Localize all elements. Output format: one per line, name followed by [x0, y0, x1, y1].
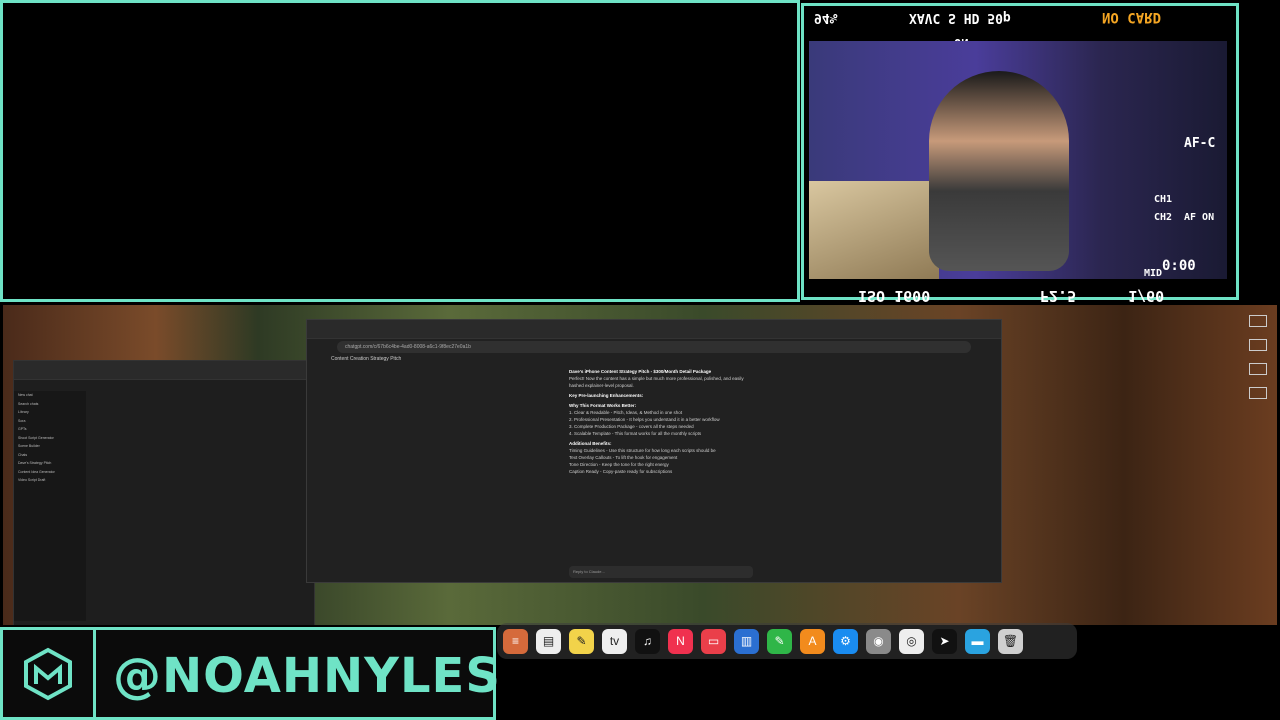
desktop-file-icons	[1243, 315, 1273, 411]
address-bar[interactable]: chatgpt.com/c/67b6c4be-4ad0-8008-a6c1-9f…	[337, 341, 971, 353]
why-item: 2. Professional Presentation - It helps …	[569, 417, 720, 422]
finder-icon[interactable]: ≡	[503, 628, 528, 654]
additional-heading: Additional Benefits:	[569, 441, 612, 446]
iso-readout: ISO 1600	[858, 287, 931, 305]
key-heading: Key Pre-launching Enhancements:	[569, 393, 644, 398]
obs-icon[interactable]: ◎	[899, 628, 924, 654]
file-icon[interactable]	[1249, 315, 1267, 327]
desk-shape	[809, 181, 939, 279]
additional-item: Timing Guidelines - Use this structure f…	[569, 448, 716, 453]
back-tab-bar[interactable]	[14, 361, 314, 380]
freeform-icon[interactable]: ✎	[569, 628, 594, 654]
format-indicator: XAVC S HD 50p	[909, 10, 1011, 25]
main-tab-bar[interactable]	[307, 320, 1001, 339]
shutter-readout: 1/60	[1128, 287, 1165, 305]
sidebar-item[interactable]: Shoot Script Generator	[18, 434, 86, 443]
additional-item: Tone Direction - Keep the tone for the r…	[569, 462, 669, 467]
chat-sidebar: New chat Search chats Library Sora GPTs …	[14, 391, 86, 621]
notes-icon[interactable]: ▤	[536, 628, 561, 654]
pages-icon[interactable]: ✎	[767, 628, 792, 654]
screen-frame-top	[0, 0, 800, 302]
sidebar-item[interactable]: Video Script Draft	[18, 476, 86, 485]
main-browser-window[interactable]: chatgpt.com/c/67b6c4be-4ad0-8008-a6c1-9f…	[306, 319, 1002, 583]
camera-view	[809, 41, 1227, 279]
doc-heading: Dave's iPhone Content Strategy Pitch - $…	[569, 369, 712, 374]
person-shape	[929, 71, 1069, 271]
back-browser-window[interactable]: New chat Search chats Library Sora GPTs …	[13, 360, 315, 625]
card-status: NO CARD	[1102, 9, 1162, 25]
desktop-wallpaper: New chat Search chats Library Sora GPTs …	[3, 305, 1277, 625]
file-icon[interactable]	[1249, 339, 1267, 351]
additional-item: Caption Ready - Copy-paste ready for sub…	[569, 469, 673, 474]
page-title: Content Creation Strategy Pitch	[331, 356, 402, 362]
keynote-icon[interactable]: ▭	[701, 628, 726, 654]
desktop-icon[interactable]: ▬	[965, 628, 990, 654]
logo-icon	[3, 630, 96, 717]
chat-response: Dave's iPhone Content Strategy Pitch - $…	[569, 368, 759, 563]
file-icon[interactable]	[1249, 363, 1267, 375]
apple-tv-icon[interactable]: tv	[602, 628, 627, 654]
ch1-label: CH1	[1154, 194, 1173, 205]
why-item: 4. Scalable Template - This format works…	[569, 431, 702, 436]
chat-input[interactable]: Reply to Claude...	[569, 566, 753, 578]
why-item: 1. Clear & Readable - Pitch, Ideas, & Me…	[569, 410, 683, 415]
news-icon[interactable]: N	[668, 628, 693, 654]
camera-overlay: 94% XAVC S HD 50p NO CARD ON AF-C CH1 CH…	[801, 3, 1239, 300]
file-icon[interactable]	[1249, 387, 1267, 399]
macos-dock: ≡ ▤ ✎ tv ♫ N ▭ ▥ ✎ A ⚙ ◉ ◎ ➤ ▬ 🗑	[497, 623, 1077, 659]
settings-icon[interactable]: ⚙	[833, 628, 858, 654]
channel-handle: @NOAHNYLES	[113, 648, 501, 704]
ch2-label: CH2	[1154, 212, 1173, 223]
sidebar-item[interactable]: Content Idea Generator	[18, 468, 86, 477]
sidebar-item[interactable]: Search chats	[18, 400, 86, 409]
brand-panel: @NOAHNYLES	[0, 627, 500, 720]
numbers-icon[interactable]: ▥	[734, 628, 759, 654]
why-item: 3. Complete Production Package - covers …	[569, 424, 694, 429]
doc-intro: Perfect! Now the content has a simple bu…	[569, 376, 744, 388]
sidebar-item[interactable]: New chat	[18, 391, 86, 400]
additional-item: Text Overlay Callouts - To lift the hook…	[569, 455, 678, 460]
trash-icon[interactable]: 🗑	[998, 628, 1023, 654]
af-on-label: AF ON	[1184, 212, 1215, 223]
sidebar-item[interactable]: Chats	[18, 451, 86, 460]
mid-label: MID	[1144, 268, 1163, 279]
aperture-readout: F2.5	[1040, 287, 1077, 305]
af-mode-label: AF-C	[1184, 136, 1216, 151]
why-heading: Why This Format Works Better:	[569, 403, 637, 408]
sidebar-item[interactable]: Scene Builder	[18, 442, 86, 451]
music-icon[interactable]: ♫	[635, 628, 660, 654]
timecode: 0:00	[1162, 258, 1196, 274]
chrome-icon[interactable]: ◉	[866, 628, 891, 654]
sidebar-item[interactable]: Sora	[18, 417, 86, 426]
telegram-icon[interactable]: ➤	[932, 628, 957, 654]
sidebar-item[interactable]: GPTs	[18, 425, 86, 434]
sidebar-item[interactable]: Dave's Strategy Pitch	[18, 459, 86, 468]
battery-indicator: 94%	[814, 10, 838, 25]
app-store-icon[interactable]: A	[800, 628, 825, 654]
sidebar-item[interactable]: Library	[18, 408, 86, 417]
